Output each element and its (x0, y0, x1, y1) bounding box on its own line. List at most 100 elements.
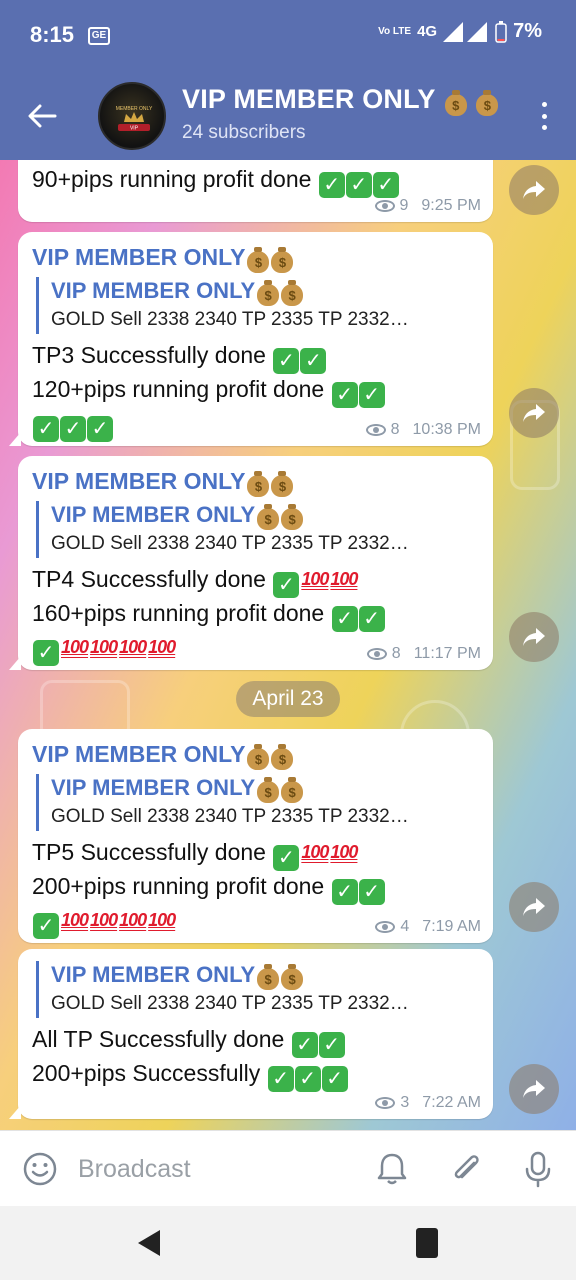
nav-back-icon[interactable] (136, 1228, 162, 1258)
hundred-points-icon: 100 (119, 910, 147, 930)
hundred-points-icon: 100 (61, 910, 89, 930)
share-arrow-icon (523, 628, 545, 646)
hundred-points-icon: 100 (330, 842, 358, 862)
message-bubble[interactable]: 90+pips running profit done ✓ ✓ ✓ 9 9:25 P… (18, 160, 493, 222)
broadcast-input[interactable]: Broadcast (78, 1155, 191, 1184)
more-menu-button[interactable] (534, 98, 554, 134)
status-time: 8:15 (30, 22, 75, 47)
chat-area[interactable]: 90+pips running profit done ✓ ✓ ✓ 9 9:25 P… (0, 160, 576, 1130)
forward-source: VIP MEMBER ONLY $ $ (51, 774, 479, 803)
message-line: TP4 Successfully done ✓ 100 100 (32, 566, 358, 598)
view-count: 4 (400, 918, 410, 935)
check-mark-icon: ✓ (267, 1066, 294, 1092)
money-bag-icon: $ (257, 777, 280, 803)
check-mark-icon: ✓ (33, 913, 59, 939)
forward-text: GOLD Sell 2338 2340 TP 2335 TP 2332… (51, 309, 409, 330)
volte-icon: Vo LTE (378, 26, 412, 37)
signal-icon (443, 21, 488, 42)
money-bag-icon: $ (444, 90, 467, 116)
system-nav-bar (0, 1206, 576, 1280)
message-bubble[interactable]: VIP MEMBER ONLY $ $ VIP MEMBER ONLY $ $ GOLD… (9, 456, 493, 670)
date-divider: April 23 (236, 681, 340, 717)
check-mark-icon: ✓ (331, 606, 358, 632)
check-mark-icon: ✓ (273, 845, 300, 871)
share-button[interactable] (509, 165, 559, 215)
message-meta: 3 7:22 AM (375, 1094, 481, 1112)
network-type: 4G (417, 23, 438, 40)
microphone-icon[interactable] (518, 1149, 558, 1189)
money-bag-icon: $ (271, 247, 294, 273)
check-mark-icon: ✓ (273, 348, 300, 374)
check-mark-icon: ✓ (358, 606, 385, 632)
check-mark-icon: ✓ (273, 572, 300, 598)
forwarded-quote[interactable]: VIP MEMBER ONLY $ $ GOLD Sell 2338 2340 TP… (36, 501, 479, 558)
message-line: 200+pips running profit done ✓ ✓ (32, 871, 479, 905)
forwarded-quote[interactable]: VIP MEMBER ONLY $ $ GOLD Sell 2338 2340 TP… (36, 277, 479, 334)
money-bag-icon: $ (257, 504, 280, 530)
view-count: 8 (391, 645, 401, 662)
channel-name[interactable]: VIP MEMBER ONLY $ $ (32, 739, 479, 770)
channel-name[interactable]: VIP MEMBER ONLY $ $ (32, 242, 479, 273)
check-mark-icon: ✓ (358, 382, 385, 408)
check-mark-icon: ✓ (372, 172, 399, 198)
crown-logo-icon: MEMBER ONLY VIP (116, 106, 153, 132)
view-count: 3 (400, 1094, 410, 1111)
message-line: 90+pips running profit done ✓ ✓ ✓ (32, 164, 479, 198)
hundred-points-icon: 100 (301, 569, 329, 589)
channel-name[interactable]: VIP MEMBER ONLY $ $ (32, 466, 479, 497)
bell-icon[interactable] (372, 1149, 412, 1189)
nav-home-icon[interactable] (416, 1228, 438, 1258)
money-bag-icon: $ (247, 471, 270, 497)
message-bubble[interactable]: VIP MEMBER ONLY $ $ GOLD Sell 2338 2340 TP… (9, 949, 493, 1119)
money-bag-icon: $ (476, 90, 499, 116)
status-bar: 8:15 GE Vo LTE 4G 7% (0, 0, 576, 72)
message-meta: 8 10:38 PM (365, 421, 481, 439)
message-meta: 8 11:17 PM (366, 645, 481, 663)
back-button[interactable] (22, 94, 62, 138)
forwarded-quote[interactable]: VIP MEMBER ONLY $ $ GOLD Sell 2338 2340 TP… (36, 774, 479, 831)
message-line: TP5 Successfully done ✓ 100 100 (32, 839, 358, 871)
channel-avatar[interactable]: MEMBER ONLY VIP (98, 82, 166, 150)
share-button[interactable] (509, 882, 559, 932)
hundred-points-icon: 100 (148, 910, 176, 930)
view-count: 9 (399, 197, 409, 214)
share-button[interactable] (509, 1064, 559, 1114)
check-mark-icon: ✓ (33, 640, 59, 666)
check-mark-icon: ✓ (331, 879, 358, 905)
message-bubble[interactable]: VIP MEMBER ONLY $ $ VIP MEMBER ONLY $ $ GOLD… (9, 232, 493, 446)
eye-icon (366, 648, 387, 660)
smiley-icon[interactable] (22, 1151, 58, 1187)
money-bag-icon: $ (281, 280, 304, 306)
message-meta: 4 7:19 AM (375, 918, 481, 936)
hundred-points-icon: 100 (61, 637, 89, 657)
check-mark-icon: ✓ (300, 348, 327, 374)
eye-icon (374, 200, 395, 212)
money-bag-icon: $ (247, 744, 270, 770)
message-bubble[interactable]: VIP MEMBER ONLY $ $ VIP MEMBER ONLY $ $ GOLD… (18, 729, 493, 943)
money-bag-icon: $ (271, 744, 294, 770)
message-meta: 9 9:25 PM (374, 197, 481, 215)
paperclip-icon[interactable] (446, 1149, 486, 1189)
check-mark-icon: ✓ (345, 172, 372, 198)
forward-text: GOLD Sell 2338 2340 TP 2335 TP 2332… (51, 806, 409, 827)
message-time: 7:19 AM (422, 918, 481, 935)
subscriber-count: 24 subscribers (182, 122, 306, 143)
share-button[interactable] (509, 388, 559, 438)
channel-title[interactable]: VIP MEMBER ONLY $ $ (182, 84, 499, 116)
share-button[interactable] (509, 612, 559, 662)
message-line: All TP Successfully done ✓ ✓ (32, 1024, 479, 1058)
eye-icon (365, 424, 386, 436)
share-arrow-icon (523, 1080, 545, 1098)
arrow-left-icon (28, 104, 57, 128)
hundred-points-icon: 100 (119, 637, 147, 657)
forward-text: GOLD Sell 2338 2340 TP 2335 TP 2332… (51, 533, 409, 554)
money-bag-icon: $ (257, 964, 280, 990)
check-mark-icon: ✓ (60, 416, 86, 442)
message-time: 10:38 PM (412, 421, 481, 438)
check-mark-icon: ✓ (87, 416, 113, 442)
forwarded-quote[interactable]: VIP MEMBER ONLY $ $ GOLD Sell 2338 2340 TP… (36, 961, 479, 1018)
hundred-points-icon: 100 (90, 637, 118, 657)
eye-icon (375, 921, 396, 933)
hundred-points-icon: 100 (90, 910, 118, 930)
message-line: 120+pips running profit done ✓ ✓ (32, 374, 479, 408)
